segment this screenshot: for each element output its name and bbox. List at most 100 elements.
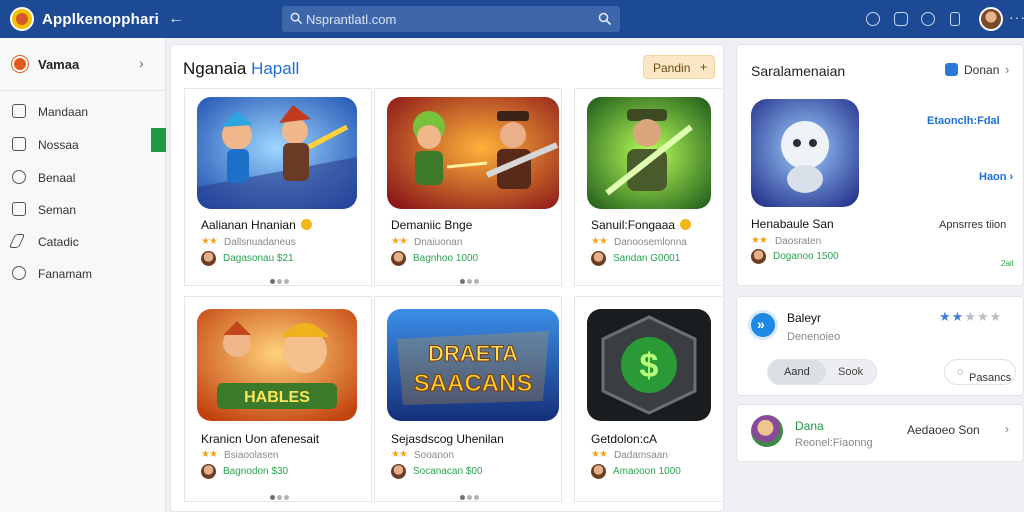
sidebar-item-label: Mandaan	[38, 105, 89, 119]
review-subtitle: Denenoieo	[787, 331, 841, 343]
tray-icon	[12, 137, 26, 151]
segment-option-a[interactable]: Aand	[768, 360, 826, 384]
featured-more-link[interactable]: Haon ›	[979, 171, 1013, 183]
review-panel: Baleyr Denenoieo ★★★★★ Aand Sook ◌ Pasan…	[736, 296, 1024, 396]
game-price: Bagnhoo 1000	[413, 253, 479, 264]
main-panel: Nganaia Hapall Pandin + Aalianan Hnanian…	[170, 44, 724, 512]
sidebar-item-5[interactable]: Catadic	[0, 230, 166, 254]
sidebar-item-4[interactable]: Seman	[0, 198, 166, 222]
carousel-dots[interactable]	[460, 487, 490, 500]
game-card[interactable]: Sanuil:Fongaaa ★★ Danoosemlonna Sandan G…	[574, 88, 722, 286]
game-price: Sandan G0001	[613, 253, 681, 264]
search-input[interactable]	[306, 9, 586, 29]
rating-stars[interactable]: ★★★★★	[939, 309, 1002, 325]
game-art-image: HABLES	[197, 309, 357, 421]
game-art-image	[587, 97, 711, 209]
featured-price: Doganoo 1500	[773, 251, 839, 262]
save-icon	[12, 202, 26, 216]
rating-stars: ★★	[391, 236, 408, 247]
game-subtitle: Danoosemlonna	[614, 237, 687, 248]
developer-avatar	[751, 249, 766, 264]
game-title: Kranicn Uon afenesait	[201, 432, 320, 446]
sidebar-item-3[interactable]: Benaal	[0, 166, 166, 190]
sidebar-item-2[interactable]: Nossaa	[0, 128, 166, 157]
app-logo[interactable]	[10, 7, 34, 31]
game-card[interactable]: DRAETA SAACANS Sejasdscog Uhenilan ★★ So…	[374, 296, 562, 502]
rating-stars: ★★	[591, 449, 608, 460]
sidebar-divider	[0, 90, 166, 91]
game-title: Demaniic Bnge	[391, 218, 473, 232]
featured-link-label: Donan	[964, 63, 1000, 77]
coin-icon	[300, 219, 312, 230]
chevron-right-icon[interactable]: ›	[1005, 62, 1009, 77]
sidebar: Vamaa › Mandaan Nossaa Benaal Seman Cata…	[0, 38, 166, 512]
review-title: Baleyr	[787, 311, 822, 325]
user-row-detail: Aedaoeo Son	[907, 423, 980, 437]
segmented-control[interactable]: Aand Sook	[767, 359, 877, 385]
search-bar[interactable]	[282, 6, 620, 32]
clock-icon	[12, 170, 26, 184]
chevron-right-icon[interactable]: ›	[1005, 422, 1009, 436]
game-price: Socanacan $00	[413, 466, 483, 477]
featured-title: Saralamenaian	[751, 63, 846, 79]
featured-game-title: Henabaule San	[751, 217, 834, 231]
game-price: Amaooon 1000	[613, 466, 681, 477]
featured-subtitle: Daosraten	[775, 236, 822, 247]
game-card[interactable]: $ Getdolon:cA ★★ Dadamsaan Amaooon 1000	[574, 296, 722, 502]
page-title-accent: Hapall	[251, 59, 300, 78]
game-subtitle: Bsiaoolasen	[224, 450, 279, 461]
game-card[interactable]: HABLES Kranicn Uon afenesait ★★ Bsiaoola…	[184, 296, 372, 502]
game-art-lettering: $	[640, 347, 659, 385]
sidebar-item-label: Fanamam	[38, 267, 93, 281]
segment-option-a-label: Aand	[784, 366, 810, 378]
action-button[interactable]: ◌ Pasancs	[944, 359, 1016, 385]
game-title: Sanuil:Fongaaa	[591, 218, 692, 232]
game-price: Bagnodon $30	[223, 466, 289, 477]
chevron-right-icon: ›	[139, 55, 144, 71]
carousel-dots[interactable]	[460, 271, 490, 284]
add-button-label: Pandin	[653, 61, 691, 75]
app-badge-icon	[751, 313, 775, 337]
rating-stars: ★★	[201, 449, 218, 460]
sidebar-header[interactable]: Vamaa ›	[0, 52, 166, 78]
app-title: Applkenopphari	[42, 11, 159, 28]
sidebar-item-1[interactable]: Mandaan	[0, 100, 166, 124]
developer-avatar	[201, 251, 216, 266]
segment-option-b[interactable]: Sook	[838, 366, 863, 378]
notification-icon[interactable]	[950, 12, 960, 26]
game-title-text: Sanuil:Fongaaa	[591, 218, 676, 232]
grid-icon	[12, 104, 26, 118]
search-submit-icon[interactable]	[598, 12, 612, 26]
more-icon[interactable]: ···	[1009, 9, 1024, 25]
user-row-panel[interactable]: Dana Reonel:Fiaonng Aedaoeo Son ›	[736, 404, 1024, 462]
back-arrow-icon[interactable]: ←	[168, 10, 184, 28]
game-title: Getdolon:cA	[591, 432, 658, 446]
game-price: Dagasonau $21	[223, 253, 294, 264]
game-art-image: DRAETA SAACANS	[387, 309, 559, 421]
game-art-image	[387, 97, 559, 209]
game-card[interactable]: Aalianan Hnanian ★★ Dallsnuadaneus Dagas…	[184, 88, 372, 286]
page-title-plain: Nganaia	[183, 59, 252, 78]
developer-avatar	[591, 464, 606, 479]
coin-icon	[680, 219, 692, 230]
featured-art-image[interactable]	[751, 99, 859, 207]
user-avatar[interactable]	[979, 7, 1003, 31]
rating-stars: ★★	[751, 235, 768, 246]
carousel-dots[interactable]	[270, 271, 300, 284]
featured-link[interactable]: Donan	[945, 63, 999, 77]
developer-avatar	[201, 464, 216, 479]
game-card[interactable]: Demaniic Bnge ★★ Dnaiuonan Bagnhoo 1000	[374, 88, 562, 286]
top-bar: Applkenopphari ← ···	[0, 0, 1024, 38]
add-button[interactable]: Pandin +	[643, 55, 715, 79]
clock-icon[interactable]	[921, 12, 935, 26]
pencil-icon	[8, 234, 26, 248]
account-badge-icon	[12, 56, 28, 72]
emoji-icon[interactable]	[866, 12, 880, 26]
carousel-dots[interactable]	[270, 487, 300, 500]
featured-side-link[interactable]: Etaonclh:Fdal	[927, 115, 1000, 127]
window-icon[interactable]	[894, 12, 908, 26]
sidebar-item-6[interactable]: Fanamam	[0, 262, 166, 286]
game-title: Aalianan Hnanian	[201, 218, 312, 232]
action-button-label: ◌ Pasancs	[957, 366, 1012, 384]
user-status: Reonel:Fiaonng	[795, 437, 873, 449]
